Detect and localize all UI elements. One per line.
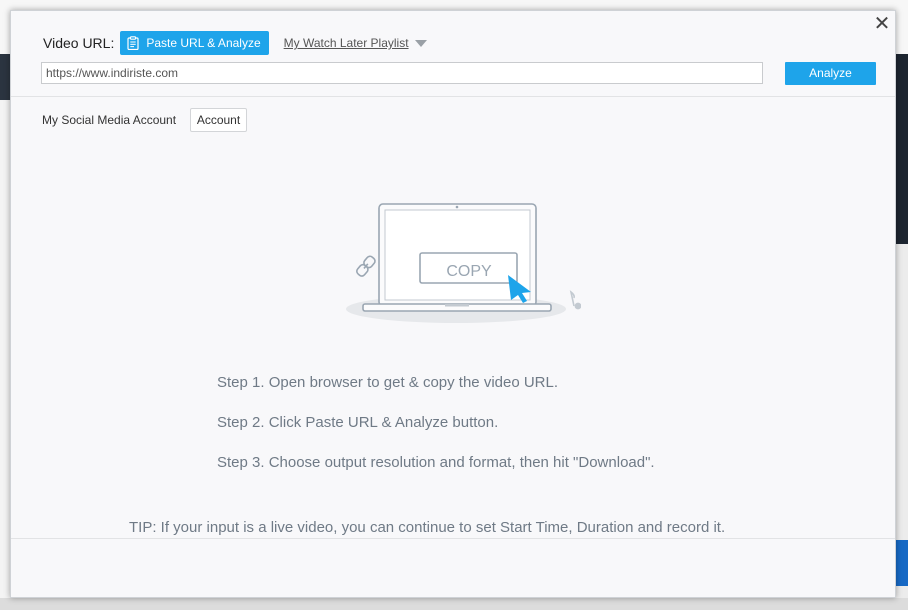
background-preview-area: [896, 54, 908, 244]
paste-url-dialog: ✕ Video URL: Paste URL & Analyze My Watc…: [10, 10, 896, 598]
background-left-panel: [0, 54, 10, 100]
social-media-account-label: My Social Media Account: [42, 113, 177, 127]
close-button[interactable]: ✕: [871, 13, 893, 35]
video-url-input[interactable]: [41, 62, 763, 84]
paste-button-label: Paste URL & Analyze: [146, 36, 261, 50]
tip-text: TIP: If your input is a live video, you …: [129, 519, 726, 536]
close-icon: ✕: [873, 11, 891, 35]
divider: [11, 538, 895, 539]
step-3-text: Step 3. Choose output resolution and for…: [217, 454, 655, 471]
analyze-button[interactable]: Analyze: [785, 62, 876, 85]
copy-text: COPY: [446, 263, 492, 280]
chevron-down-icon[interactable]: [414, 39, 427, 47]
clipboard-icon: [127, 36, 139, 50]
copy-url-illustration: COPY: [346, 203, 581, 323]
step-1-text: Step 1. Open browser to get & copy the v…: [217, 374, 559, 391]
step-2-text: Step 2. Click Paste URL & Analyze button…: [217, 414, 499, 431]
paste-url-analyze-button[interactable]: Paste URL & Analyze: [120, 31, 269, 55]
header-row: Video URL: Paste URL & Analyze My Watch …: [43, 31, 427, 55]
link-icon: [356, 255, 376, 277]
background-blue-button: [896, 540, 908, 586]
account-button[interactable]: Account: [190, 108, 247, 132]
music-note-icon: [569, 290, 581, 310]
video-url-label: Video URL:: [43, 35, 115, 51]
divider: [11, 96, 895, 97]
watch-later-playlist-link[interactable]: My Watch Later Playlist: [284, 36, 409, 50]
background-bottom-bar: [0, 598, 908, 610]
